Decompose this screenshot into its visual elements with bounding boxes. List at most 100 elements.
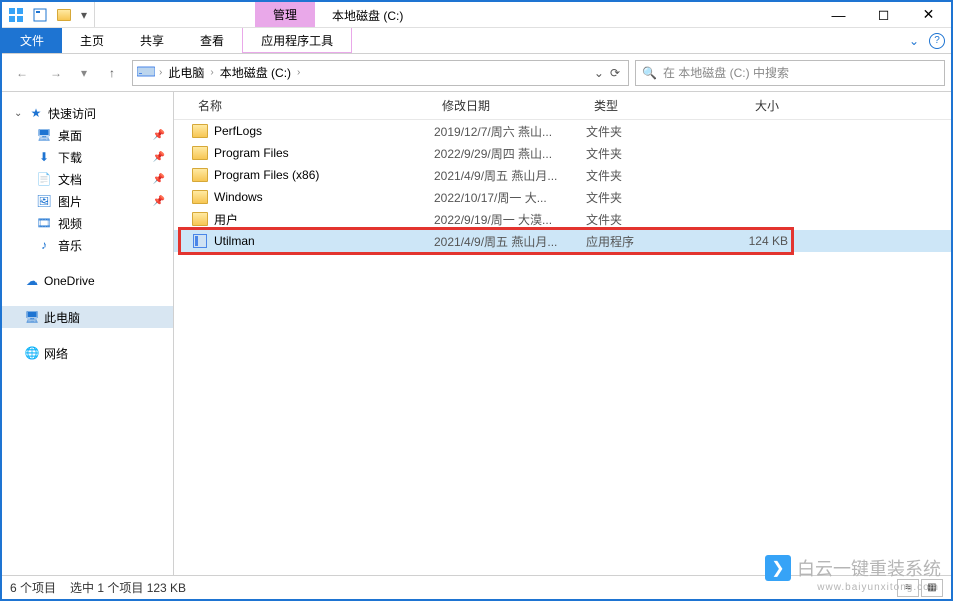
file-name: Windows: [210, 190, 434, 204]
sidebar-item-download[interactable]: ⬇ 下载 📌: [2, 146, 173, 168]
help-icon[interactable]: ?: [929, 33, 945, 49]
file-row[interactable]: PerfLogs2019/12/7/周六 燕山...文件夹: [174, 120, 951, 142]
navigation-bar: ← → ▾ ↑ › 此电脑 › 本地磁盘 (C:) › ⌄ ⟳ 🔍 在 本地磁盘…: [2, 54, 951, 92]
column-header-name[interactable]: 名称: [190, 97, 434, 114]
sidebar-item-label: 下载: [58, 149, 82, 166]
sidebar-item-desktop[interactable]: 🖥桌面📌: [2, 124, 173, 146]
breadcrumb-thispc[interactable]: 此电脑: [166, 64, 206, 81]
nav-back-button[interactable]: ←: [8, 59, 36, 87]
ribbon-tabs: 文件 主页 共享 查看 应用程序工具 ⌄ ?: [2, 28, 951, 54]
folder-icon: [192, 212, 208, 226]
address-refresh-icon[interactable]: ⟳: [610, 66, 620, 80]
file-name: Utilman: [210, 234, 434, 248]
chevron-down-icon: ⌄: [14, 108, 24, 119]
address-dropdown-chevron-icon[interactable]: ⌄: [594, 66, 604, 80]
file-row[interactable]: Program Files (x86)2021/4/9/周五 燕山月...文件夹: [174, 164, 951, 186]
file-date: 2022/9/29/周四 燕山...: [434, 145, 586, 162]
file-date: 2019/12/7/周六 燕山...: [434, 123, 586, 140]
file-row[interactable]: Program Files2022/9/29/周四 燕山...文件夹: [174, 142, 951, 164]
file-rows: PerfLogs2019/12/7/周六 燕山...文件夹Program Fil…: [174, 120, 951, 252]
explorer-window: ▾ 管理 本地磁盘 (C:) ― ◻ ✕ 文件 主页 共享 查看 应用程序工具 …: [0, 0, 953, 601]
minimize-button[interactable]: ―: [816, 2, 861, 27]
sidebar-quickaccess-label: 快速访问: [48, 105, 96, 122]
qat-properties-icon[interactable]: [32, 7, 48, 23]
ribbon-tab-view[interactable]: 查看: [182, 28, 242, 53]
column-header-size[interactable]: 大小: [704, 97, 788, 114]
address-sep-icon[interactable]: ›: [210, 67, 213, 78]
status-bar: 6 个项目 选中 1 个项目 123 KB ≡ ▦: [2, 575, 951, 599]
star-icon: ★: [28, 105, 44, 121]
file-size: 124 KB: [704, 234, 788, 248]
sidebar-item-vid[interactable]: 🎞 视频: [2, 212, 173, 234]
sidebar-item-doc[interactable]: 📄文档📌: [2, 168, 173, 190]
breadcrumb-drive-c[interactable]: 本地磁盘 (C:): [218, 64, 293, 81]
cloud-icon: ☁: [24, 273, 40, 289]
close-button[interactable]: ✕: [906, 2, 951, 27]
ribbon-tab-share[interactable]: 共享: [122, 28, 182, 53]
sidebar-item-label: 视频: [58, 215, 82, 232]
title-bar: ▾ 管理 本地磁盘 (C:) ― ◻ ✕: [2, 2, 951, 28]
navigation-pane: ⌄ ★ 快速访问 🖥桌面📌⬇下载📌📄文档📌🖼图片📌🎞视频♪音乐 ☁ OneDri…: [2, 92, 174, 575]
view-thumbnails-button[interactable]: ▦: [921, 579, 943, 597]
application-icon: [193, 234, 207, 248]
pin-icon: 📌: [153, 152, 165, 163]
sidebar-onedrive-label: OneDrive: [44, 274, 95, 288]
sidebar-network[interactable]: 🌐 网络: [2, 342, 173, 364]
file-type: 文件夹: [586, 167, 704, 184]
qat-customize-chevron-icon[interactable]: ▾: [80, 8, 88, 22]
search-box[interactable]: 🔍 在 本地磁盘 (C:) 中搜索: [635, 60, 945, 86]
file-type: 文件夹: [586, 145, 704, 162]
sidebar-network-label: 网络: [44, 345, 68, 362]
app-icon: [8, 7, 24, 23]
sidebar-item-music[interactable]: ♪ 音乐: [2, 234, 173, 256]
window-title: 本地磁盘 (C:): [332, 7, 403, 24]
download-icon: ⬇: [36, 149, 52, 165]
pin-icon: 📌: [153, 174, 165, 185]
column-header-type[interactable]: 类型: [586, 97, 704, 114]
address-sep-icon[interactable]: ›: [159, 67, 162, 78]
ribbon-tab-file[interactable]: 文件: [2, 28, 62, 53]
sidebar-thispc[interactable]: 🖥 此电脑: [2, 306, 173, 328]
nav-forward-button[interactable]: →: [42, 59, 70, 87]
pic-icon: 🖼: [36, 193, 52, 209]
file-type: 文件夹: [586, 211, 704, 228]
nav-up-button[interactable]: ↑: [98, 59, 126, 87]
file-date: 2021/4/9/周五 燕山月...: [434, 167, 586, 184]
file-list-pane: 名称 修改日期 类型 大小 PerfLogs2019/12/7/周六 燕山...…: [174, 92, 951, 575]
nav-history-chevron-icon[interactable]: ▾: [76, 59, 92, 87]
doc-icon: 📄: [36, 171, 52, 187]
file-row[interactable]: Utilman2021/4/9/周五 燕山月...应用程序124 KB: [174, 230, 951, 252]
vid-icon: 🎞: [36, 215, 52, 231]
address-drive-icon: [137, 64, 155, 81]
file-name: PerfLogs: [210, 124, 434, 138]
ribbon-expand-chevron-icon[interactable]: ⌄: [909, 34, 919, 48]
sidebar-quickaccess[interactable]: ⌄ ★ 快速访问: [2, 102, 173, 124]
sidebar-item-label: 音乐: [58, 237, 82, 254]
desktop-icon: 🖥: [36, 127, 52, 143]
ribbon-tab-home[interactable]: 主页: [62, 28, 122, 53]
sidebar-item-pic[interactable]: 🖼图片📌: [2, 190, 173, 212]
ribbon-tab-apptools[interactable]: 应用程序工具: [242, 28, 352, 53]
file-row[interactable]: Windows2022/10/17/周一 大...文件夹: [174, 186, 951, 208]
sidebar-onedrive[interactable]: ☁ OneDrive: [2, 270, 173, 292]
file-row[interactable]: 用户2022/9/19/周一 大漠...文件夹: [174, 208, 951, 230]
column-header-date[interactable]: 修改日期: [434, 97, 586, 114]
file-name: 用户: [210, 211, 434, 228]
address-bar[interactable]: › 此电脑 › 本地磁盘 (C:) › ⌄ ⟳: [132, 60, 629, 86]
qat-newfolder-icon[interactable]: [56, 7, 72, 23]
file-date: 2021/4/9/周五 燕山月...: [434, 233, 586, 250]
view-details-button[interactable]: ≡: [897, 579, 919, 597]
sidebar-item-label: 图片: [58, 193, 82, 210]
address-sep-icon[interactable]: ›: [297, 67, 300, 78]
folder-icon: [192, 168, 208, 182]
folder-icon: [192, 146, 208, 160]
contextual-tab-header: 管理: [255, 2, 315, 27]
file-type: 应用程序: [586, 233, 704, 250]
status-item-count: 6 个项目: [10, 579, 56, 596]
status-selection: 选中 1 个项目 123 KB: [70, 579, 186, 596]
music-icon: ♪: [36, 237, 52, 253]
maximize-button[interactable]: ◻: [861, 2, 906, 27]
column-headers: 名称 修改日期 类型 大小: [174, 92, 951, 120]
sidebar-item-label: 桌面: [58, 127, 82, 144]
file-name: Program Files (x86): [210, 168, 434, 182]
